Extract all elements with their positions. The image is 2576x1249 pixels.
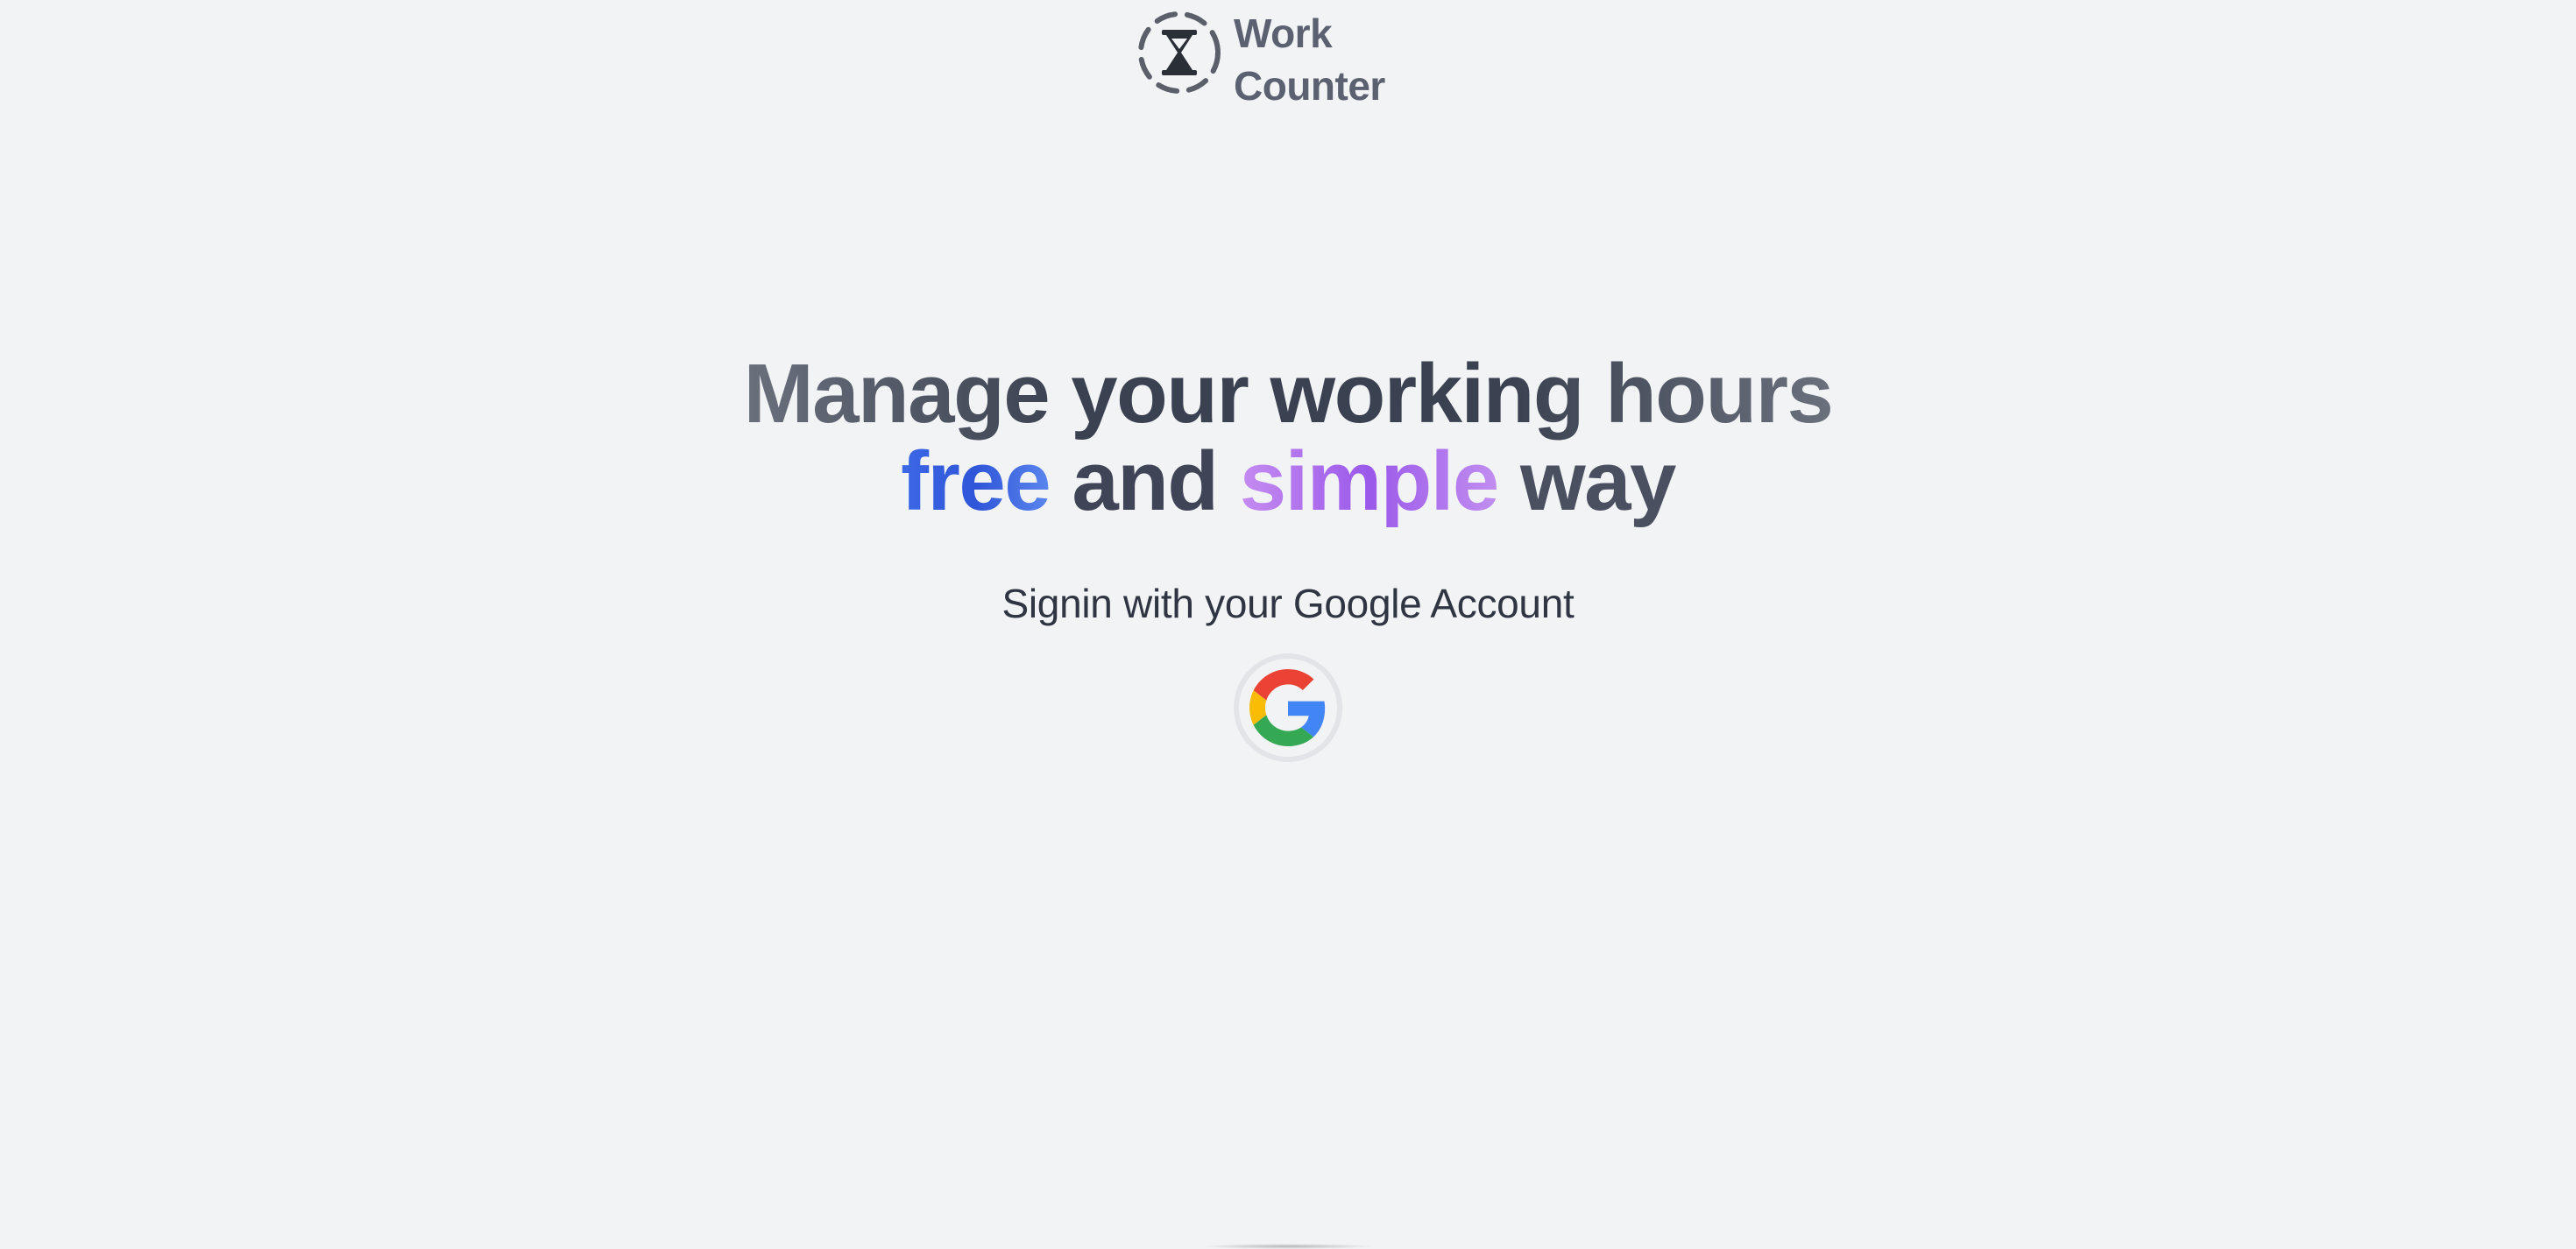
bottom-edge-shadow: [1200, 1244, 1376, 1249]
landing-page: Work Counter Manage your working hours f…: [0, 0, 2576, 1249]
google-signin-button[interactable]: [1234, 653, 1342, 762]
hero-section: Manage your working hours free and simpl…: [0, 350, 2576, 766]
hourglass-icon: [1138, 11, 1221, 94]
headline-word-and: and: [1072, 434, 1219, 528]
headline-word-way: way: [1519, 434, 1676, 528]
app-logo[interactable]: Work Counter: [1137, 7, 1385, 112]
app-name: Work Counter: [1234, 7, 1385, 112]
page-headline: Manage your working hours free and simpl…: [0, 350, 2576, 526]
signin-prompt: Signin with your Google Account: [1001, 581, 1575, 626]
headline-line1: Manage your working hours: [743, 347, 1834, 441]
headline-word-free: free: [901, 434, 1051, 528]
google-icon: [1249, 669, 1326, 746]
app-name-line2: Counter: [1234, 63, 1385, 109]
app-name-line1: Work: [1234, 11, 1333, 56]
headline-word-simple: simple: [1239, 434, 1500, 528]
